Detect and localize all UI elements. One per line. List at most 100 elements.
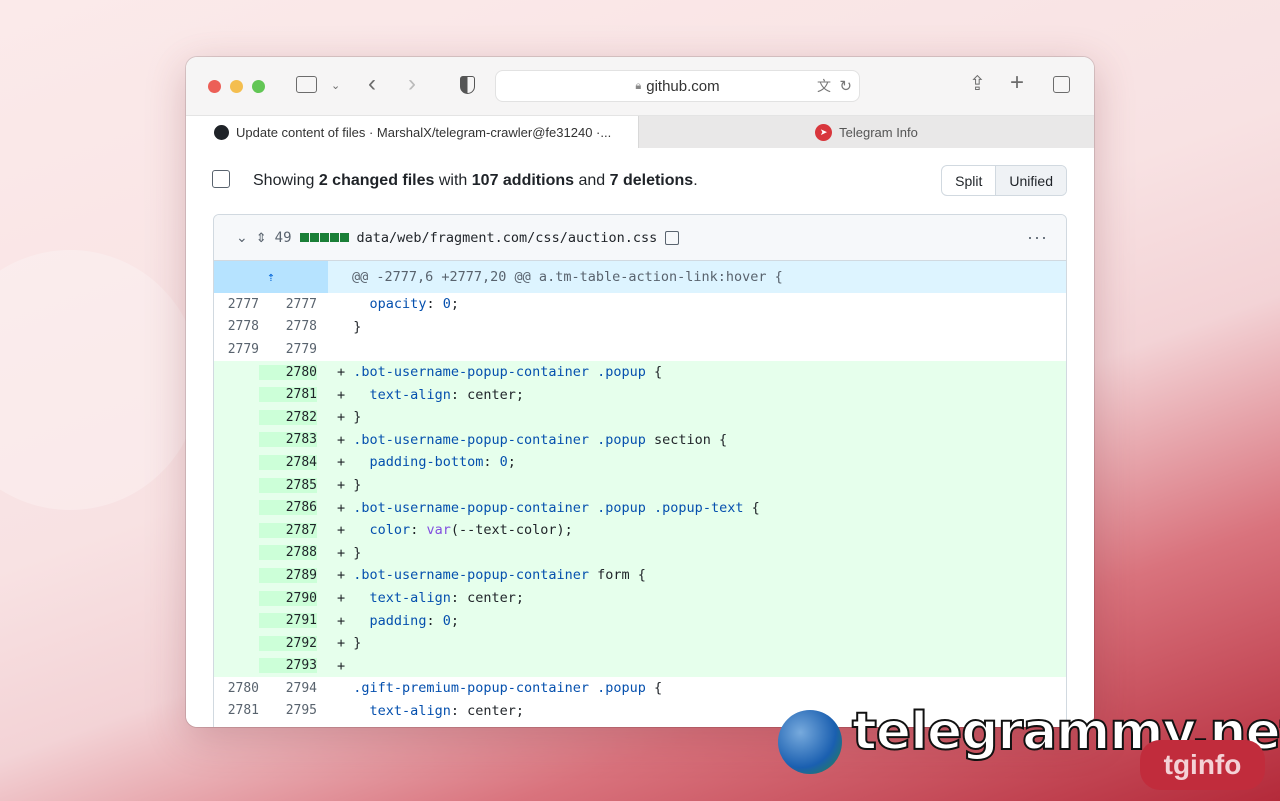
lock-icon: 🔒︎ [635,79,642,92]
code-token: { [743,499,760,516]
diff-line: 2784 + padding-bottom: 0; [214,451,1066,474]
close-window-button[interactable] [208,80,221,93]
code-token: .bot-username-popup-container [353,431,589,448]
new-line-number[interactable]: 2786 [259,500,317,516]
tab-label: Telegram Info [839,124,918,140]
code-content: + .bot-username-popup-container .popup { [327,364,662,380]
diff-sign: + [337,431,346,448]
code-token: .gift-premium-popup-container [353,680,589,697]
hunk-header: ⇡ @@ -2777,6 +2777,20 @@ a.tm-table-acti… [214,261,1066,293]
code-token: padding [369,612,427,629]
browser-window: ⌄ ‹ › 🔒︎ github.com 文 ↻ ⇪ + Update conte… [186,57,1094,727]
diff-line: 2786 + .bot-username-popup-container .pop… [214,496,1066,519]
chevron-down-icon[interactable]: ⌄ [331,76,340,96]
diff-line: 2779 2779 [214,338,1066,361]
code-token: : center; [450,590,524,607]
code-token: { [645,364,663,381]
new-line-number[interactable]: 2789 [259,567,317,583]
zoom-window-button[interactable] [252,80,265,93]
telegrammy-logo-icon [778,710,842,774]
code-token: 0 [442,612,451,629]
diff-line: 2780 2794 .gift-premium-popup-container .… [214,677,1066,700]
code-token: : [426,612,443,629]
new-tab-icon[interactable]: + [1010,71,1024,95]
old-line-number[interactable]: 2777 [214,297,259,312]
old-line-number[interactable]: 2781 [214,703,259,718]
file-tree-toggle-icon[interactable] [212,170,230,188]
new-line-number[interactable]: 2780 [259,364,317,380]
copy-path-icon[interactable] [665,230,680,245]
code-token: : center; [450,386,524,403]
minimize-window-button[interactable] [230,80,243,93]
diff-sign: + [337,477,346,494]
new-line-number[interactable]: 2779 [259,342,317,357]
code-content: } [327,319,361,335]
code-content: + } [327,545,361,561]
diff-lines: 2777 2777 opacity: 0; 2778 2778 } 2779 2779 2… [214,293,1066,722]
diff-sign: + [337,409,346,426]
summary-text: Showing [253,172,319,189]
new-line-number[interactable]: 2782 [259,409,317,425]
code-content [327,341,353,357]
expand-all-icon[interactable]: ⇕ [256,230,267,246]
new-line-number[interactable]: 2794 [259,681,317,696]
tab-overview-icon[interactable] [1053,76,1070,93]
new-line-number[interactable]: 2778 [259,319,317,334]
diff-sign: + [337,386,346,403]
new-line-number[interactable]: 2791 [259,613,317,629]
unified-view-button[interactable]: Unified [995,166,1066,195]
new-line-number[interactable]: 2781 [259,387,317,403]
back-icon[interactable]: ‹ [368,72,376,96]
new-line-number[interactable]: 2792 [259,635,317,651]
shield-icon[interactable] [460,76,475,94]
diff-sign: + [337,544,346,561]
code-token: ; [507,454,516,471]
code-token: } [353,318,362,335]
telegram-icon: ➤ [815,123,833,141]
diff-sign: + [337,454,346,471]
tab-github-commit[interactable]: Update content of files · MarshalX/teleg… [186,116,638,148]
old-line-number[interactable]: 2780 [214,681,259,696]
collapse-chevron-icon[interactable]: ⌄ [236,229,248,246]
new-line-number[interactable]: 2783 [259,432,317,448]
summary-text: . [693,172,698,189]
old-line-number[interactable]: 2779 [214,342,259,357]
page-content: Showing 2 changed files with 107 additio… [186,148,1094,727]
diff-sign [337,703,345,719]
forward-icon[interactable]: › [408,72,416,96]
translate-icon[interactable]: 文 [817,76,831,96]
diff-line: 2781 + text-align: center; [214,383,1066,406]
code-token: section { [645,431,728,448]
old-line-number[interactable]: 2778 [214,319,259,334]
diff-line: 2785 + } [214,473,1066,497]
new-line-number[interactable]: 2777 [259,297,317,312]
new-line-number[interactable]: 2795 [259,703,317,718]
share-icon[interactable]: ⇪ [969,74,986,94]
summary-text: with [434,172,472,189]
expand-up-icon[interactable]: ⇡ [214,261,328,293]
diff-sign: + [337,657,346,674]
tab-telegram-info[interactable]: ➤ Telegram Info [638,116,1094,148]
new-line-number[interactable]: 2785 [259,477,317,493]
new-line-number[interactable]: 2787 [259,522,317,538]
diff-view-toggle: Split Unified [941,165,1067,196]
code-token: text-align [369,702,451,719]
more-options-icon[interactable]: ··· [1027,227,1048,248]
split-view-button[interactable]: Split [942,166,995,195]
sidebar-toggle-icon[interactable] [296,76,317,93]
new-line-number[interactable]: 2790 [259,590,317,606]
new-line-number[interactable]: 2788 [259,545,317,561]
deletions-count: 7 deletions [609,172,694,189]
file-path[interactable]: data/web/fragment.com/css/auction.css [357,230,658,246]
address-bar[interactable]: 🔒︎ github.com 文 ↻ [495,70,860,102]
diff-line: 2792 + } [214,631,1066,655]
reload-icon[interactable]: ↻ [839,77,852,95]
diff-sign: + [337,590,346,607]
code-token: } [353,544,362,561]
new-line-number[interactable]: 2793 [259,658,317,674]
new-line-number[interactable]: 2784 [259,454,317,470]
